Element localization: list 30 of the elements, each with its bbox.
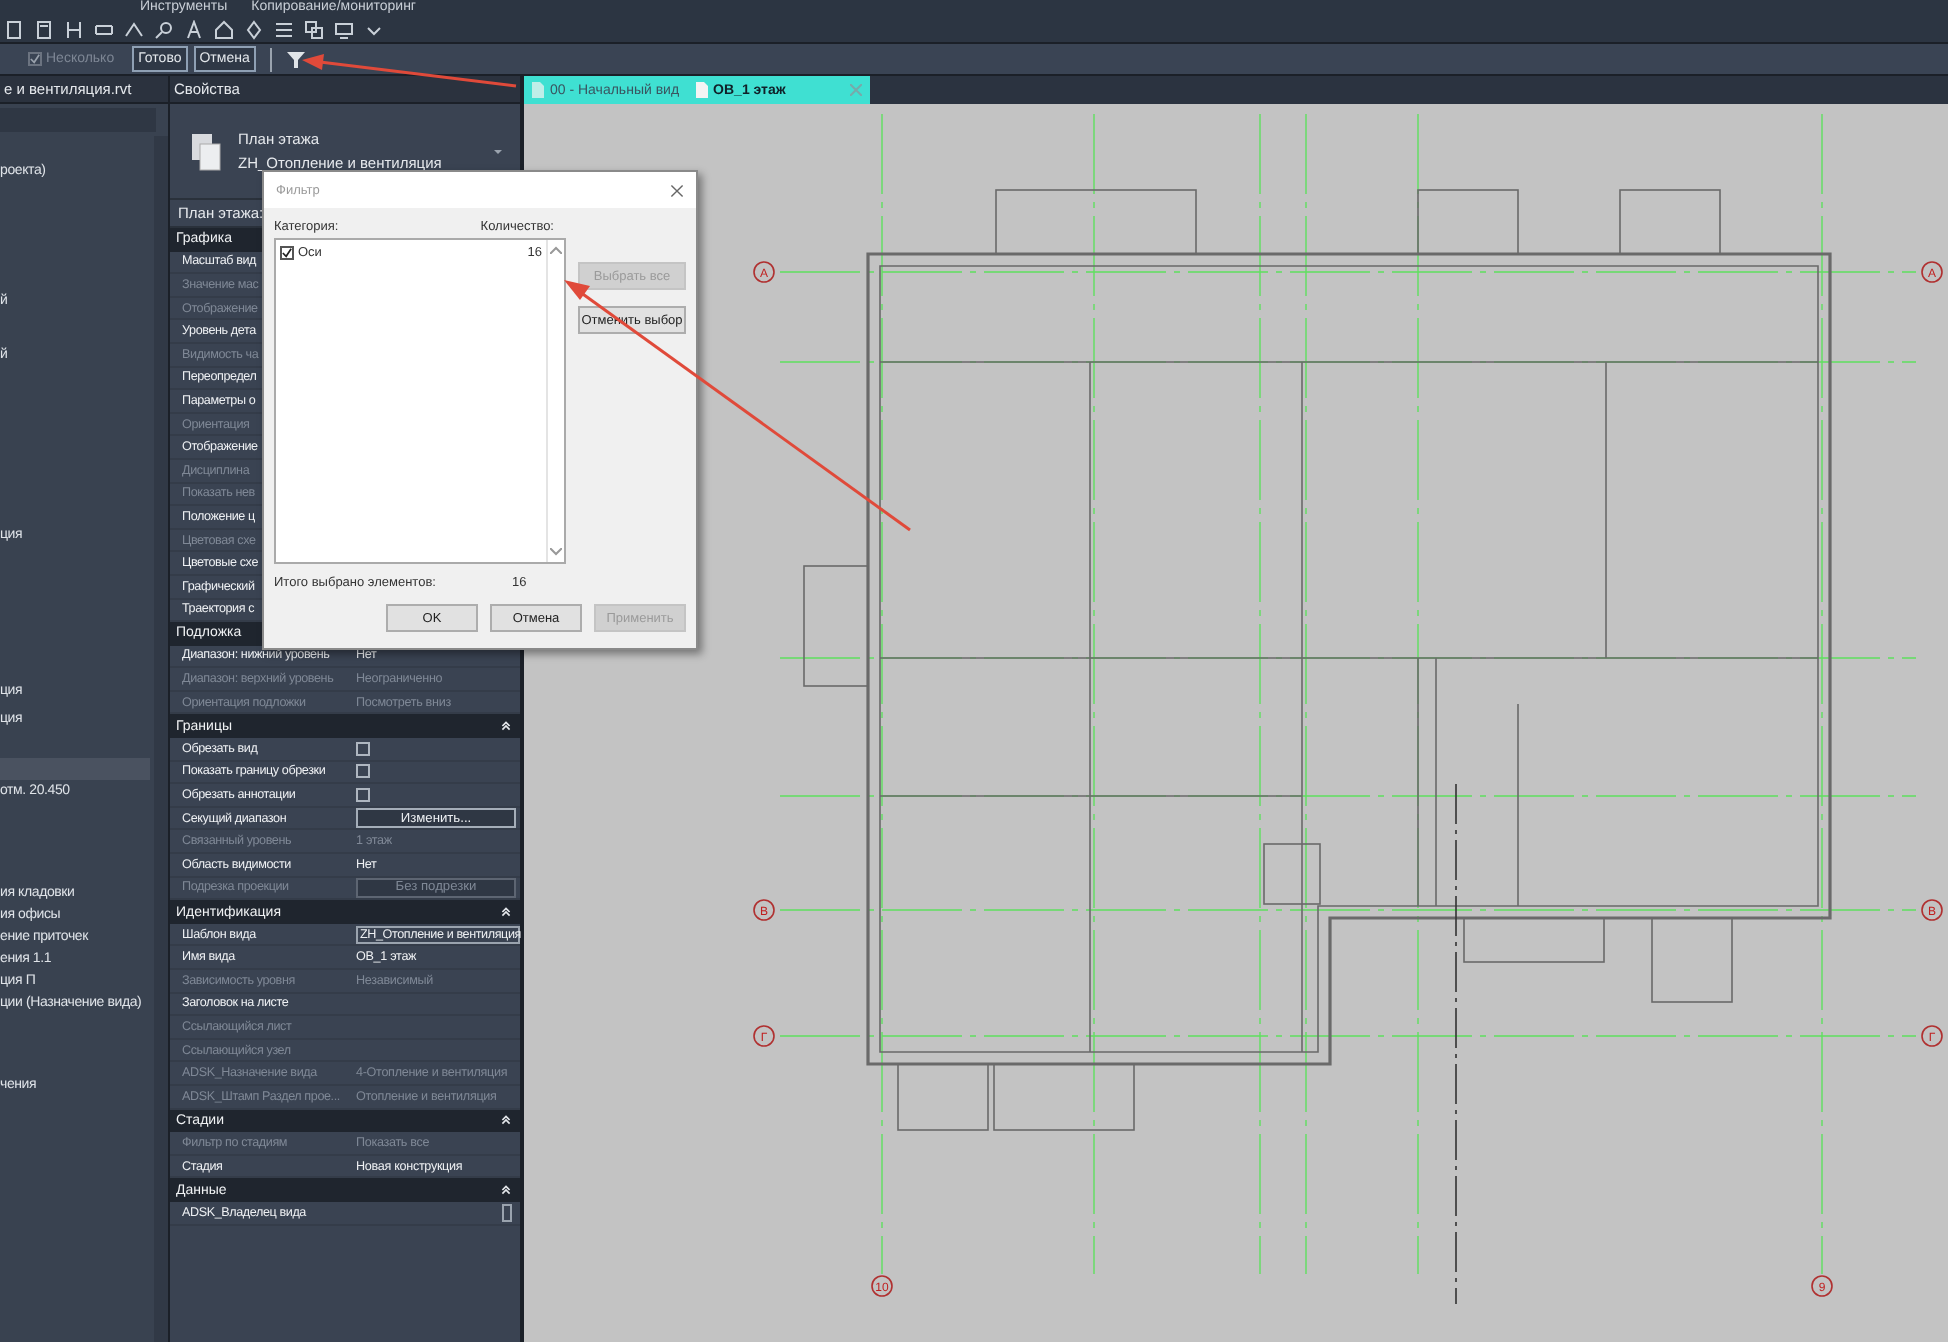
location-icon[interactable]	[244, 19, 264, 39]
checkbox[interactable]	[356, 741, 370, 756]
align-icon[interactable]	[64, 19, 84, 39]
document-icon	[695, 82, 708, 98]
list-icon[interactable]	[274, 19, 294, 39]
text-icon[interactable]	[184, 19, 204, 39]
collapse-icon[interactable]	[500, 720, 512, 733]
scroll-up-icon[interactable]	[550, 246, 562, 254]
plan-icon	[190, 131, 222, 171]
check-icon	[282, 248, 292, 258]
page-icon[interactable]	[34, 19, 54, 39]
document-icon	[532, 82, 544, 98]
checkbox[interactable]	[280, 246, 294, 260]
copy-icon[interactable]	[304, 19, 324, 39]
edit-field[interactable]	[502, 1203, 512, 1222]
checkbox[interactable]	[356, 764, 370, 779]
collapse-icon[interactable]	[500, 1114, 512, 1127]
scrollbar[interactable]	[154, 136, 168, 1342]
dimension-icon[interactable]	[94, 19, 114, 39]
checkbox[interactable]	[356, 788, 370, 803]
close-icon[interactable]	[670, 183, 684, 197]
filter-icon[interactable]	[285, 49, 306, 69]
collapse-icon[interactable]	[500, 1184, 512, 1197]
check-icon	[30, 54, 40, 64]
scroll-down-icon[interactable]	[550, 548, 562, 556]
collapse-icon[interactable]	[500, 906, 512, 919]
house-icon[interactable]	[214, 19, 234, 39]
monitor-icon[interactable]	[334, 19, 354, 39]
document-icon[interactable]	[4, 19, 24, 39]
angle-icon[interactable]	[124, 19, 144, 39]
